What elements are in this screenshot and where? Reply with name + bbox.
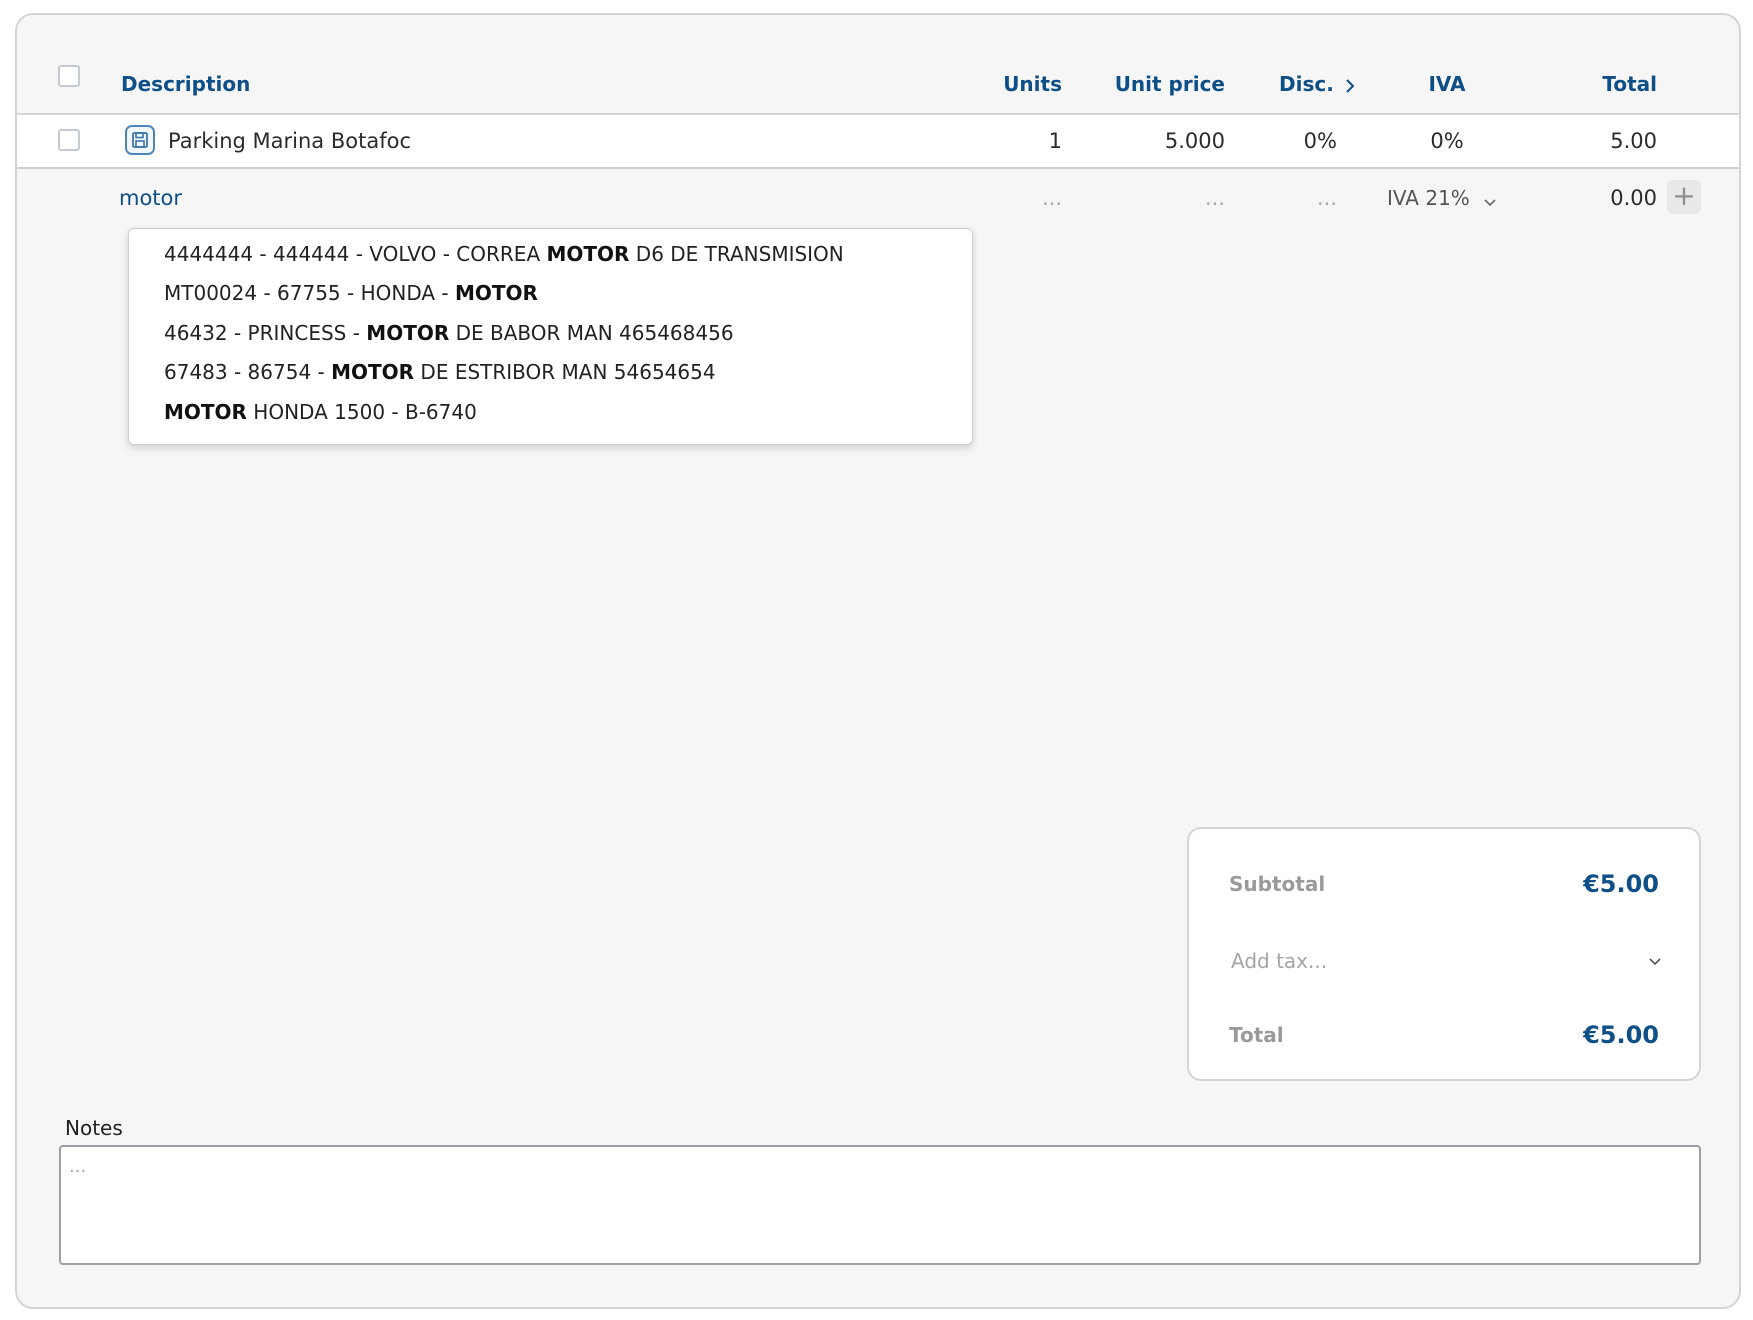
chevron-right-icon [1345, 71, 1355, 101]
column-header-unit-price: Unit price [1114, 72, 1225, 96]
suggestion-item[interactable]: 46432 - PRINCESS - MOTOR DE BABOR MAN 46… [129, 313, 972, 353]
notes-label: Notes [65, 1116, 123, 1140]
column-header-discount[interactable]: Disc. [1279, 69, 1355, 101]
suggestion-item[interactable]: 67483 - 86754 - MOTOR DE ESTRIBOR MAN 54… [129, 352, 972, 392]
subtotal-label: Subtotal [1229, 872, 1326, 896]
add-line-button[interactable]: + [1667, 180, 1701, 214]
discount-input[interactable]: ... [1257, 183, 1337, 213]
row-checkbox[interactable] [58, 129, 80, 151]
column-header-total: Total [1602, 72, 1657, 96]
add-tax-select[interactable]: Add tax... [1231, 946, 1327, 976]
table-row[interactable]: Parking Marina Botafoc 1 5.000 0% 0% 5.0… [17, 115, 1739, 169]
units-input[interactable]: ... [972, 183, 1062, 213]
new-line-total: 0.00 [1610, 186, 1657, 210]
plus-icon: + [1672, 179, 1696, 212]
column-header-discount-label: Disc. [1279, 72, 1334, 96]
iva-select[interactable]: IVA 21% [1387, 183, 1496, 215]
row-discount[interactable]: 0% [1257, 126, 1337, 156]
chevron-down-icon[interactable] [1649, 946, 1661, 976]
suggestion-item[interactable]: MT00024 - 67755 - HONDA - MOTOR [129, 273, 972, 313]
column-header-description: Description [121, 72, 251, 96]
row-description[interactable]: Parking Marina Botafoc [168, 126, 411, 156]
total-label: Total [1229, 1023, 1284, 1047]
select-all-checkbox[interactable] [58, 65, 80, 87]
row-total: 5.00 [1610, 129, 1657, 153]
autocomplete-dropdown: 4444444 - 444444 - VOLVO - CORREA MOTOR … [128, 228, 973, 445]
chevron-down-icon [1484, 185, 1496, 215]
unit-price-input[interactable]: ... [1097, 183, 1225, 213]
description-input[interactable]: motor [119, 183, 299, 213]
row-units[interactable]: 1 [972, 126, 1062, 156]
save-icon[interactable] [125, 125, 155, 155]
row-iva[interactable]: 0% [1397, 126, 1497, 156]
subtotal-value: €5.00 [1583, 870, 1659, 898]
row-unit-price[interactable]: 5.000 [1097, 126, 1225, 156]
totals-card: Subtotal €5.00 Add tax... Total €5.00 [1187, 827, 1701, 1081]
column-header-units: Units [1003, 72, 1062, 96]
suggestion-item[interactable]: 4444444 - 444444 - VOLVO - CORREA MOTOR … [129, 234, 972, 274]
notes-placeholder: ... [69, 1156, 87, 1177]
invoice-lines-panel: Description Units Unit price Disc. IVA T… [15, 13, 1741, 1309]
column-header-iva: IVA [1428, 72, 1466, 96]
iva-select-value: IVA 21% [1387, 186, 1470, 210]
notes-textarea[interactable]: ... [59, 1145, 1701, 1265]
total-value: €5.00 [1583, 1021, 1659, 1049]
suggestion-item[interactable]: MOTOR HONDA 1500 - B-6740 [129, 392, 972, 432]
